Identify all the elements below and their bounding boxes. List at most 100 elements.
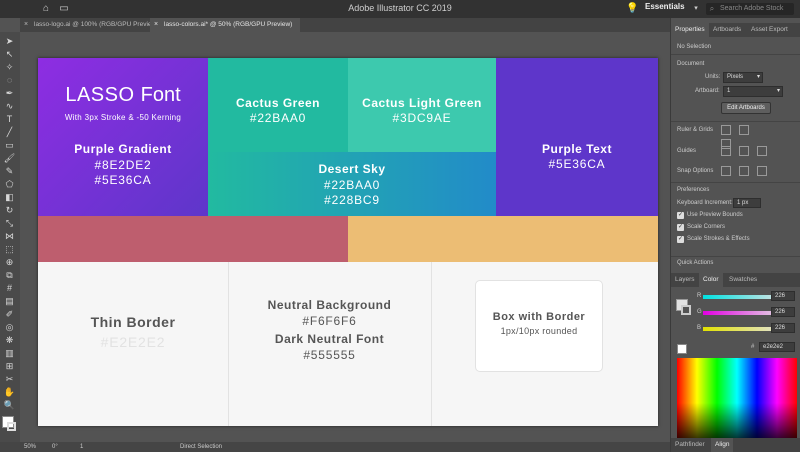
yellow-swatch-block[interactable]: [348, 216, 658, 262]
grid-icon[interactable]: [739, 125, 749, 135]
red-swatch-block[interactable]: [38, 216, 348, 262]
workspace-switcher[interactable]: Essentials: [645, 2, 689, 11]
canvas[interactable]: LASSO Font With 3px Stroke & -50 Kerning…: [20, 32, 670, 442]
scale-strokes-checkbox[interactable]: ✓: [677, 236, 684, 243]
edit-artboards-button[interactable]: Edit Artboards: [721, 102, 771, 114]
artboard-select[interactable]: 1 ▾: [723, 86, 783, 97]
lightbulb-icon[interactable]: 💡: [626, 3, 638, 15]
units-select[interactable]: Pixels ▾: [723, 72, 763, 83]
red-channel-label: R: [697, 293, 702, 299]
pencil-tool-icon[interactable]: ✎: [3, 166, 16, 177]
artboard[interactable]: LASSO Font With 3px Stroke & -50 Kerning…: [38, 58, 658, 426]
bottom-panel-tabs: Pathfinder Align: [671, 438, 800, 452]
graph-tool-icon[interactable]: ▥: [3, 348, 16, 359]
cactus-light-green-block[interactable]: Cactus Light Green #3DC9AE: [348, 58, 496, 152]
snap-grid-icon[interactable]: [739, 166, 749, 176]
tab-lasso-logo[interactable]: × lasso-logo.ai @ 100% (RGB/GPU Preview): [20, 18, 158, 32]
eraser-tool-icon[interactable]: ◧: [3, 192, 16, 203]
rotate-angle[interactable]: 0°: [52, 442, 58, 452]
green-value-input[interactable]: 226: [771, 307, 795, 317]
guides-lock-icon[interactable]: [739, 146, 749, 156]
pen-tool-icon[interactable]: ✒: [3, 88, 16, 99]
hex-value-input[interactable]: e2e2e2: [759, 342, 795, 352]
purple-text-hex: #5E36CA: [548, 157, 606, 171]
blend-tool-icon[interactable]: ◎: [3, 322, 16, 333]
close-icon[interactable]: ×: [24, 18, 28, 32]
none-swatch[interactable]: [677, 344, 687, 354]
stroke-swatch[interactable]: [7, 422, 16, 431]
line-tool-icon[interactable]: ╱: [3, 127, 16, 138]
artboard-number[interactable]: 1: [80, 442, 83, 452]
width-tool-icon[interactable]: ⋈: [3, 231, 16, 242]
scale-corners-label: Scale Corners: [687, 224, 726, 230]
tab-layers[interactable]: Layers: [671, 273, 699, 287]
red-value-input[interactable]: 226: [771, 291, 795, 301]
paintbrush-tool-icon[interactable]: 🖌: [3, 153, 16, 164]
hex-prefix: #: [751, 344, 755, 350]
tab-swatches[interactable]: Swatches: [725, 273, 761, 287]
tab-asset-export[interactable]: Asset Export: [747, 23, 792, 37]
column-divider: [431, 262, 432, 426]
purple-gradient-block[interactable]: LASSO Font With 3px Stroke & -50 Kerning…: [38, 58, 208, 216]
use-preview-bounds-checkbox[interactable]: ✓: [677, 212, 684, 219]
lasso-tool-icon[interactable]: ◌: [3, 75, 16, 86]
type-tool-icon[interactable]: T: [3, 114, 16, 125]
artboard-label: Artboard:: [695, 88, 720, 94]
logo-title: LASSO Font: [38, 84, 208, 107]
color-stroke-swatch[interactable]: [681, 305, 691, 315]
artboard-tool-icon[interactable]: ⊞: [3, 361, 16, 372]
tab-properties[interactable]: Properties: [671, 23, 709, 37]
cactus-green-hex: #22BAA0: [249, 111, 307, 125]
eyedropper-tool-icon[interactable]: ✐: [3, 309, 16, 320]
selection-tool-icon[interactable]: ➤: [3, 36, 16, 47]
divider: [671, 121, 800, 122]
zoom-level[interactable]: 50%: [24, 442, 36, 452]
hand-tool-icon[interactable]: ✋: [3, 387, 16, 398]
ruler-icon[interactable]: [721, 125, 731, 135]
zoom-tool-icon[interactable]: 🔍: [3, 400, 16, 411]
smart-guides-icon[interactable]: [757, 146, 767, 156]
rotate-tool-icon[interactable]: ↻: [3, 205, 16, 216]
stock-search-input[interactable]: Search Adobe Stock: [706, 3, 794, 15]
tab-color[interactable]: Color: [699, 273, 723, 287]
guides-show-icon[interactable]: [721, 146, 731, 156]
divider: [671, 54, 800, 55]
purple-text-block[interactable]: Purple Text #5E36CA: [496, 58, 658, 216]
tab-label: lasso-logo.ai @ 100% (RGB/GPU Preview): [34, 21, 159, 28]
tab-artboards[interactable]: Artboards: [709, 23, 745, 37]
free-transform-tool-icon[interactable]: ⬚: [3, 244, 16, 255]
slice-tool-icon[interactable]: ✂: [3, 374, 16, 385]
scale-corners-checkbox[interactable]: ✓: [677, 224, 684, 231]
tab-pathfinder[interactable]: Pathfinder: [671, 438, 709, 452]
scale-tool-icon[interactable]: ⤡: [3, 218, 16, 229]
mesh-tool-icon[interactable]: #: [3, 283, 16, 294]
magic-wand-icon[interactable]: ✧: [3, 62, 16, 73]
blue-value-input[interactable]: 226: [771, 323, 795, 333]
box-with-border[interactable]: Box with Border 1px/10px rounded: [475, 280, 603, 372]
purple-gradient-label: Purple Gradient: [74, 142, 172, 156]
shaper-tool-icon[interactable]: ⬠: [3, 179, 16, 190]
snap-pixel-icon[interactable]: [757, 166, 767, 176]
chevron-down-icon[interactable]: ▾: [690, 3, 702, 15]
desert-sky-block[interactable]: Desert Sky #22BAA0 #228BC9: [208, 152, 496, 216]
box-with-border-label: Box with Border: [492, 311, 586, 323]
direct-selection-tool-icon[interactable]: ↖: [3, 49, 16, 60]
curvature-tool-icon[interactable]: ∿: [3, 101, 16, 112]
keyboard-increment-input[interactable]: 1 px: [733, 198, 761, 208]
snap-point-icon[interactable]: [721, 166, 731, 176]
dark-neutral-font-label: Dark Neutral Font: [274, 332, 385, 346]
symbol-sprayer-icon[interactable]: ❋: [3, 335, 16, 346]
chevron-down-icon: ▾: [756, 74, 760, 80]
selection-status: No Selection: [677, 44, 712, 50]
tab-lasso-colors[interactable]: × lasso-colors.ai* @ 50% (RGB/GPU Preview…: [150, 18, 300, 32]
rectangle-tool-icon[interactable]: ▭: [3, 140, 16, 151]
color-spectrum[interactable]: [677, 358, 797, 448]
gradient-tool-icon[interactable]: ▤: [3, 296, 16, 307]
tab-align[interactable]: Align: [711, 438, 734, 452]
desert-sky-hex2: #228BC9: [324, 193, 380, 207]
column-divider: [228, 262, 229, 426]
perspective-tool-icon[interactable]: ⧉: [3, 270, 16, 281]
shape-builder-tool-icon[interactable]: ⊕: [3, 257, 16, 268]
close-icon[interactable]: ×: [154, 18, 158, 32]
current-tool: Direct Selection: [180, 444, 223, 450]
